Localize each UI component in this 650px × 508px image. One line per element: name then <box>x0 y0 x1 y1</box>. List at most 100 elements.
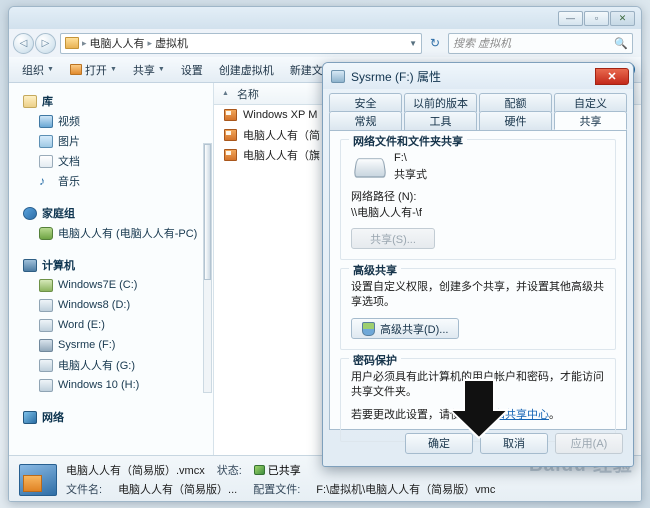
sidebar-item-network[interactable]: 网络 <box>9 407 213 427</box>
sidebar-item-videos[interactable]: 视频 <box>9 111 213 131</box>
advanced-sharing-group: 高级共享 设置自定义权限，创建多个共享，并设置其他高级共享选项。 高级共享(D)… <box>340 262 616 350</box>
address-dropdown-icon[interactable]: ▼ <box>403 39 417 48</box>
refresh-icon[interactable]: ↻ <box>426 33 444 53</box>
maximize-button[interactable]: ▫ <box>584 10 609 26</box>
sidebar-item-drive-h[interactable]: Windows 10 (H:) <box>9 375 213 395</box>
network-path-label: 网络路径 (N): <box>351 191 417 203</box>
tab-hardware[interactable]: 硬件 <box>479 111 552 130</box>
toolbar-create-vm[interactable]: 创建虚拟机 <box>212 60 281 80</box>
nav-group-network: 网络 <box>9 407 213 427</box>
forward-icon[interactable]: ▷ <box>35 32 56 54</box>
toolbar-organize[interactable]: 组织 ▼ <box>15 60 61 80</box>
network-icon <box>23 410 37 424</box>
list-item-label: 电脑人人有（简 <box>243 130 320 142</box>
address-bar-row: ◁ ▷ ▸ 电脑人人有 ▸ 虚拟机 ▼ ↻ 搜索 虚拟机 🔍 <box>9 29 641 57</box>
shared-drive-entry: F:\ 共享式 <box>353 152 605 182</box>
search-icon: 🔍 <box>614 37 628 50</box>
network-sharing-group: 网络文件和文件夹共享 F:\ 共享式 网络路径 (N): \\电脑人人有-\f … <box>340 133 616 260</box>
sort-ascending-icon[interactable]: ▲ <box>222 90 229 97</box>
tab-general[interactable]: 常规 <box>329 111 402 130</box>
tab-sharing[interactable]: 共享 <box>554 111 627 130</box>
tab-tools[interactable]: 工具 <box>404 111 477 130</box>
breadcrumb-item-0[interactable]: 电脑人人有 <box>90 35 145 51</box>
video-icon <box>39 114 53 128</box>
advanced-sharing-button[interactable]: 高级共享(D)... <box>351 318 460 339</box>
dialog-close-button[interactable]: ✕ <box>595 67 629 85</box>
sidebar-item-homegroup-user[interactable]: 电脑人人有 (电脑人人有-PC) <box>9 223 213 243</box>
list-item-label: Windows XP M <box>243 109 318 121</box>
dialog-tabrow-2: 常规 工具 硬件 共享 <box>329 111 627 130</box>
sidebar-item-drive-f[interactable]: Sysrme (F:) <box>9 335 213 355</box>
folder-icon <box>65 37 79 49</box>
back-icon[interactable]: ◁ <box>13 32 34 54</box>
tab-security[interactable]: 安全 <box>329 93 402 112</box>
sidebar-label: 网络 <box>42 412 64 424</box>
nav-group-homegroup: 家庭组 电脑人人有 (电脑人人有-PC) <box>9 203 213 243</box>
sidebar-item-drive-g[interactable]: 电脑人人有 (G:) <box>9 355 213 375</box>
document-icon <box>39 154 53 168</box>
sidebar-label: 家庭组 <box>42 208 75 220</box>
apply-button[interactable]: 应用(A) <box>555 432 623 454</box>
sidebar-label: 电脑人人有 (电脑人人有-PC) <box>58 228 198 240</box>
share-button[interactable]: 共享(S)... <box>351 228 435 249</box>
shared-drive-texts: F:\ 共享式 <box>394 152 427 182</box>
sidebar-item-drive-e[interactable]: Word (E:) <box>9 315 213 335</box>
file-thumbnail <box>19 463 57 496</box>
scrollbar-thumb[interactable] <box>204 144 211 281</box>
vm-file-icon <box>224 129 237 141</box>
sidebar-item-documents[interactable]: 文档 <box>9 151 213 171</box>
tab-quota[interactable]: 配额 <box>479 93 552 112</box>
breadcrumb-sep-1: ▸ <box>147 37 153 48</box>
breadcrumb-item-1[interactable]: 虚拟机 <box>155 35 188 51</box>
cancel-button[interactable]: 取消 <box>480 432 548 454</box>
breadcrumb-sep-0: ▸ <box>82 37 87 48</box>
toolbar-settings[interactable]: 设置 <box>174 60 210 80</box>
network-sharing-title: 网络文件和文件夹共享 <box>349 133 467 149</box>
shared-drive-name: F:\ <box>394 152 407 164</box>
homegroup-icon <box>23 206 37 220</box>
dialog-titlebar: Sysrme (F:) 属性 ✕ <box>323 63 633 89</box>
library-icon <box>23 94 37 108</box>
ok-button[interactable]: 确定 <box>405 432 473 454</box>
sidebar-item-music[interactable]: ♪ 音乐 <box>9 171 213 191</box>
close-button[interactable]: ✕ <box>610 10 635 26</box>
toolbar-share-label: 共享 <box>132 64 155 77</box>
column-header-name[interactable]: 名称 <box>237 86 259 102</box>
shared-drive-state: 共享式 <box>394 169 427 181</box>
password-protection-title: 密码保护 <box>349 352 401 368</box>
status-state-value: 已共享 <box>253 462 301 478</box>
sidebar-item-drive-d[interactable]: Windows8 (D:) <box>9 295 213 315</box>
sidebar-item-drive-c[interactable]: Windows7E (C:) <box>9 275 213 295</box>
sidebar-item-pictures[interactable]: 图片 <box>9 131 213 151</box>
navigation-scrollbar[interactable] <box>203 143 212 393</box>
password-change-suffix: 。 <box>549 409 560 421</box>
tab-customize[interactable]: 自定义 <box>554 93 627 112</box>
search-input[interactable]: 搜索 虚拟机 🔍 <box>448 32 633 54</box>
sidebar-item-computer[interactable]: 计算机 <box>9 255 213 275</box>
toolbar-share[interactable]: 共享 ▼ <box>126 60 172 80</box>
network-sharing-center-link[interactable]: 网络和共享中心 <box>472 409 549 421</box>
nav-buttons: ◁ ▷ <box>13 32 56 54</box>
sidebar-label: 音乐 <box>58 176 80 188</box>
dialog-tabrow-1: 安全 以前的版本 配额 自定义 <box>329 93 627 112</box>
status-filename-title: 电脑人人有（简易版）.vmcx <box>66 465 205 477</box>
minimize-button[interactable]: — <box>558 10 583 26</box>
sidebar-label: 库 <box>42 96 53 108</box>
password-change-prefix: 若要更改此设置，请使用 <box>351 409 472 421</box>
drive-icon <box>39 358 53 372</box>
explorer-titlebar: — ▫ ✕ <box>9 7 641 29</box>
sidebar-item-homegroup[interactable]: 家庭组 <box>9 203 213 223</box>
address-bar[interactable]: ▸ 电脑人人有 ▸ 虚拟机 ▼ <box>60 32 422 54</box>
drive-icon <box>39 278 53 292</box>
sidebar-item-libraries[interactable]: 库 <box>9 91 213 111</box>
chevron-down-icon: ▼ <box>157 66 165 73</box>
toolbar-open[interactable]: 打开 ▼ <box>63 60 124 80</box>
drive-properties-icon <box>331 69 345 83</box>
nav-group-computer: 计算机 Windows7E (C:) Windows8 (D:) Word (E… <box>9 255 213 395</box>
user-icon <box>39 226 53 240</box>
tab-previous-versions[interactable]: 以前的版本 <box>404 93 477 112</box>
sidebar-label: 视频 <box>58 116 80 128</box>
